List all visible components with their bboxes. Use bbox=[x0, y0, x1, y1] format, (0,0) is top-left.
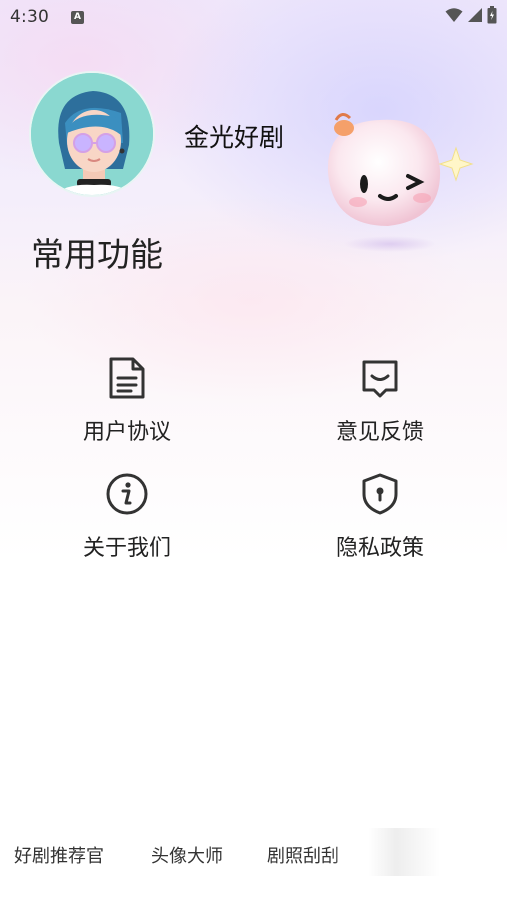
signal-icon bbox=[467, 7, 483, 27]
section-title: 常用功能 bbox=[31, 235, 163, 274]
function-feedback[interactable]: 意见反馈 bbox=[280, 356, 480, 446]
function-label: 关于我们 bbox=[82, 536, 171, 561]
info-icon bbox=[105, 472, 149, 516]
status-time: 4:30 bbox=[10, 7, 49, 27]
tab-recommender[interactable]: 好剧推荐官 bbox=[14, 842, 104, 868]
avatar-illustration bbox=[31, 73, 153, 195]
mascot-illustration bbox=[318, 92, 478, 257]
battery-icon bbox=[487, 6, 497, 28]
status-bar: 4:30 A bbox=[0, 0, 507, 34]
user-name[interactable]: 金光好剧 bbox=[184, 118, 284, 154]
function-label: 隐私政策 bbox=[335, 536, 424, 561]
tab-avatar-master[interactable]: 头像大师 bbox=[151, 842, 223, 868]
function-user-agreement[interactable]: 用户协议 bbox=[27, 356, 227, 446]
function-label: 意见反馈 bbox=[335, 420, 424, 445]
tab-scroll-fade bbox=[330, 828, 440, 876]
wifi-icon bbox=[445, 7, 463, 27]
function-label: 用户协议 bbox=[82, 420, 171, 445]
function-privacy-policy[interactable]: 隐私政策 bbox=[280, 472, 480, 562]
notification-a-icon: A bbox=[70, 10, 84, 24]
shield-icon bbox=[358, 472, 402, 516]
feedback-icon bbox=[358, 356, 402, 400]
avatar[interactable] bbox=[29, 71, 155, 197]
tab-scratch-card[interactable]: 剧照刮刮 bbox=[267, 842, 339, 868]
document-icon bbox=[105, 356, 149, 400]
function-about-us[interactable]: 关于我们 bbox=[27, 472, 227, 562]
